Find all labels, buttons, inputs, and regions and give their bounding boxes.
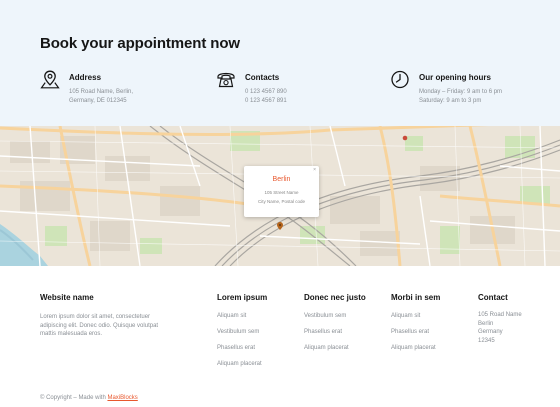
footer-description-line-1: Lorem ipsum dolor sit amet, consectetuer bbox=[40, 314, 151, 320]
footer-link[interactable]: Aliquam placerat bbox=[304, 345, 349, 351]
footer-link[interactable]: Phasellus erat bbox=[217, 345, 255, 351]
address-line-2: Germany, DE 012345 bbox=[69, 98, 127, 104]
footer-site-name: Website name bbox=[40, 293, 94, 302]
popup-postal: City Name, Postal code bbox=[257, 199, 306, 204]
appointment-section: Book your appointment now Address 105 Ro… bbox=[0, 0, 560, 126]
footer-contact: Contact 105 Road Name Berlin Germany 123… bbox=[478, 293, 522, 344]
footer-column-1-title: Lorem ipsum bbox=[217, 293, 268, 302]
hours-weekdays: Monday – Friday: 9 am to 6 pm bbox=[419, 89, 503, 95]
footer-column-3: Morbi in sem Aliquam sit Phasellus erat … bbox=[391, 293, 441, 351]
opening-hours-title: Our opening hours bbox=[419, 73, 491, 82]
phone-icon bbox=[217, 72, 235, 88]
footer-link[interactable]: Aliquam sit bbox=[391, 313, 420, 319]
footer-link[interactable]: Aliquam sit bbox=[217, 313, 246, 319]
footer-link[interactable]: Vestibulum sem bbox=[217, 329, 259, 335]
phone-number-2[interactable]: 0 123 4567 891 bbox=[245, 98, 287, 104]
clock-icon bbox=[391, 70, 409, 89]
footer-column-2-title: Donec nec justo bbox=[304, 293, 366, 302]
footer-contact-line: Berlin bbox=[478, 320, 494, 327]
footer-link[interactable]: Phasellus erat bbox=[391, 329, 429, 335]
popup-street: 105 Street Name bbox=[264, 190, 299, 195]
contacts-title: Contacts bbox=[245, 73, 280, 82]
map-popup[interactable]: × Berlin 105 Street Name City Name, Post… bbox=[244, 166, 319, 217]
address-title: Address bbox=[69, 73, 102, 82]
footer-description-line-2: adipiscing elit. Donec odio. Quisque vol… bbox=[40, 322, 159, 329]
footer-link[interactable]: Aliquam placerat bbox=[217, 361, 262, 367]
footer-column-3-title: Morbi in sem bbox=[391, 293, 441, 302]
footer-contact-line: 12345 bbox=[478, 337, 495, 344]
copyright-text: © Copyright – Made with bbox=[40, 395, 108, 401]
footer-description-line-3: mattis malesuada eros. bbox=[40, 331, 103, 337]
footer-contact-title: Contact bbox=[478, 293, 508, 302]
popup-city: Berlin bbox=[272, 176, 291, 183]
footer-link[interactable]: Vestibulum sem bbox=[304, 313, 346, 319]
phone-number-1[interactable]: 0 123 4567 890 bbox=[245, 89, 287, 95]
footer-column-1: Lorem ipsum Aliquam sit Vestibulum sem P… bbox=[217, 293, 268, 367]
footer-contact-line: 105 Road Name bbox=[478, 312, 522, 318]
footer-column-2: Donec nec justo Vestibulum sem Phasellus… bbox=[304, 293, 366, 351]
footer-about: Website name Lorem ipsum dolor sit amet,… bbox=[40, 293, 158, 337]
footer-contact-line: Germany bbox=[478, 329, 503, 335]
footer-link[interactable]: Aliquam placerat bbox=[391, 345, 436, 351]
page-title: Book your appointment now bbox=[40, 35, 240, 52]
copyright: © Copyright – Made with MaxiBlocks bbox=[40, 395, 138, 401]
address-line-1: 105 Road Name, Berlin, bbox=[69, 89, 134, 95]
hours-saturday: Saturday: 9 am to 3 pm bbox=[419, 98, 482, 104]
map-pin-icon bbox=[40, 70, 60, 89]
popup-close-icon[interactable]: × bbox=[313, 167, 316, 173]
footer-link[interactable]: Phasellus erat bbox=[304, 329, 342, 335]
maxiblocks-link[interactable]: MaxiBlocks bbox=[107, 395, 137, 401]
map-marker-icon[interactable] bbox=[277, 222, 283, 230]
